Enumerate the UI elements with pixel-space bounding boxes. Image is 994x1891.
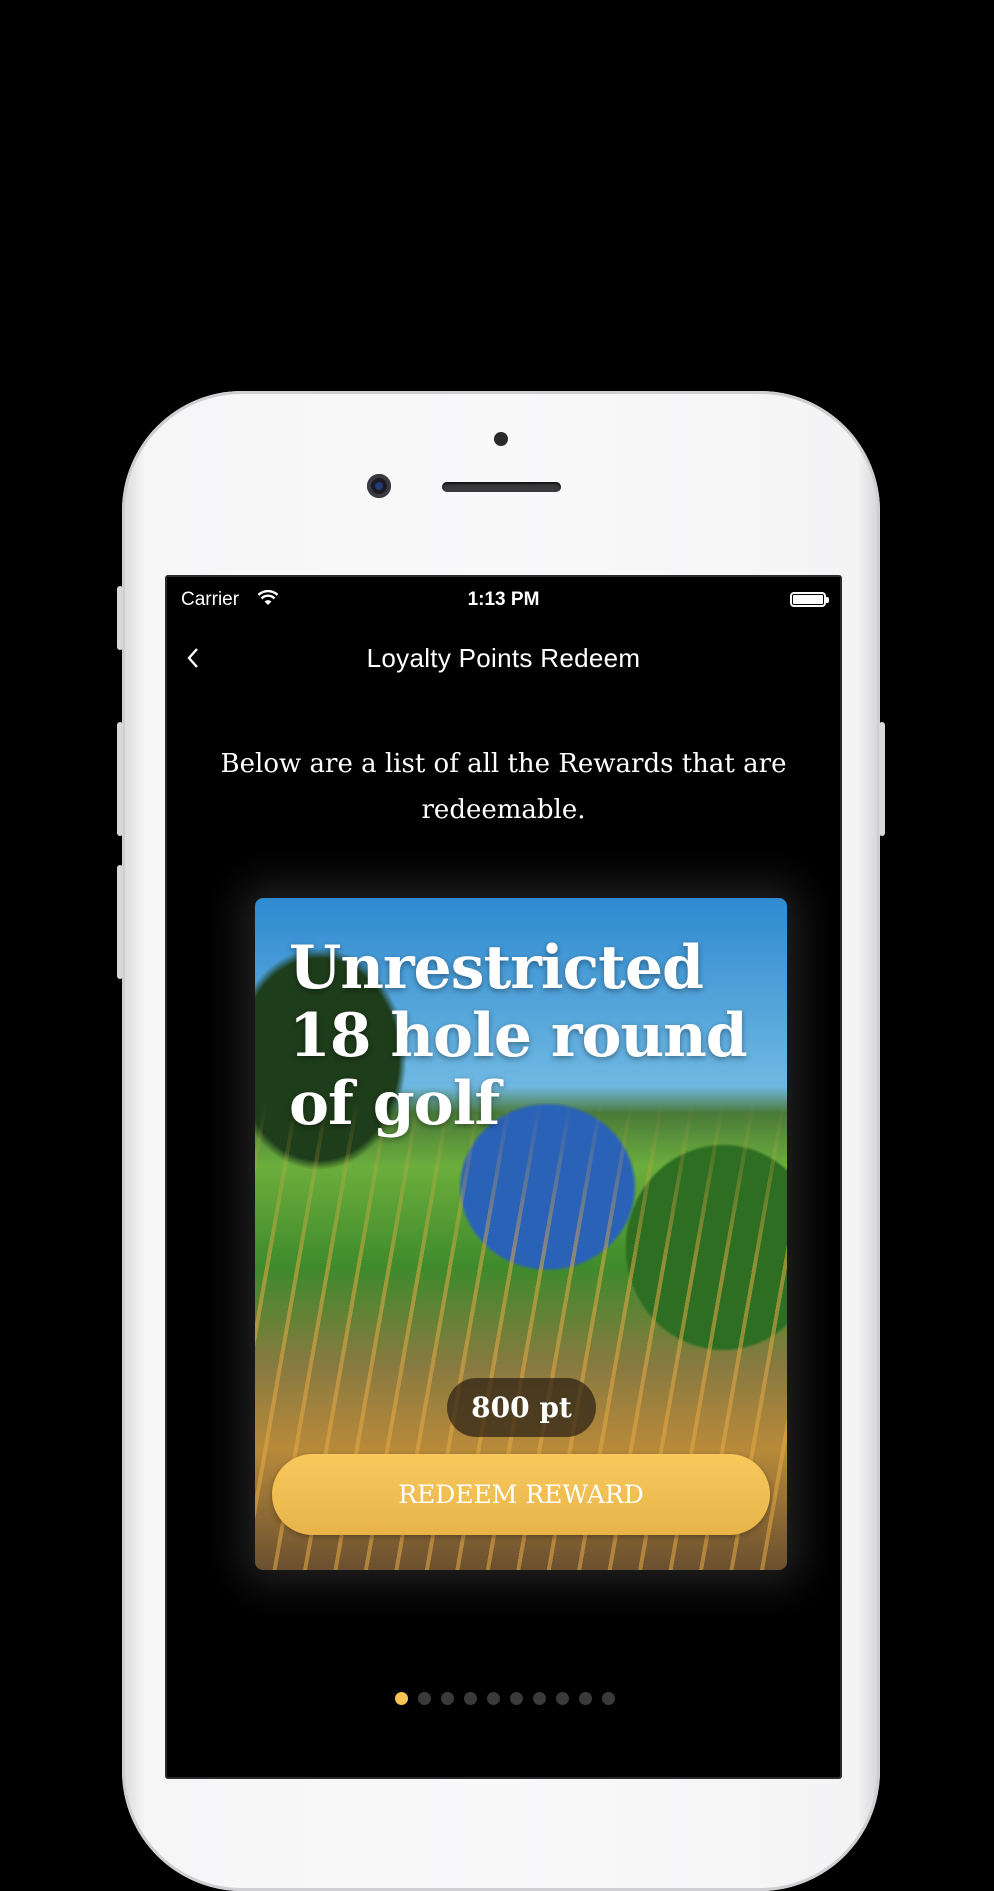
nav-bar: Loyalty Points Redeem [167, 635, 840, 681]
mute-switch [117, 586, 123, 650]
page-dot[interactable] [463, 1692, 477, 1705]
page-dot[interactable] [532, 1692, 546, 1705]
page-indicator [167, 1692, 840, 1705]
page-dot[interactable] [578, 1692, 592, 1705]
page-dot[interactable] [394, 1692, 408, 1705]
volume-down-button [117, 865, 123, 979]
battery-icon [790, 592, 829, 607]
points-badge: 800 pt [447, 1378, 596, 1437]
reward-card[interactable]: Unrestricted 18 hole round of golf 800 p… [255, 898, 787, 1570]
page-dot[interactable] [486, 1692, 500, 1705]
reward-title: Unrestricted 18 hole round of golf [289, 933, 748, 1139]
page-title: Loyalty Points Redeem [366, 643, 641, 673]
screen: Carrier 1:13 PM Loyalty Points Redeem Be… [165, 575, 842, 1779]
status-time: 1:13 PM [467, 589, 540, 610]
page-dot[interactable] [440, 1692, 454, 1705]
proximity-sensor [494, 432, 508, 446]
volume-up-button [117, 722, 123, 836]
status-bar: Carrier 1:13 PM [167, 587, 840, 615]
front-camera [367, 474, 391, 498]
description-text: Below are a list of all the Rewards that… [220, 749, 787, 825]
page-dot[interactable] [555, 1692, 569, 1705]
page-dot[interactable] [509, 1692, 523, 1705]
redeem-reward-button[interactable]: REDEEM REWARD [272, 1454, 770, 1535]
power-button [879, 722, 885, 836]
page-dot[interactable] [601, 1692, 615, 1705]
page-dot[interactable] [417, 1692, 431, 1705]
earpiece-speaker [442, 482, 561, 492]
